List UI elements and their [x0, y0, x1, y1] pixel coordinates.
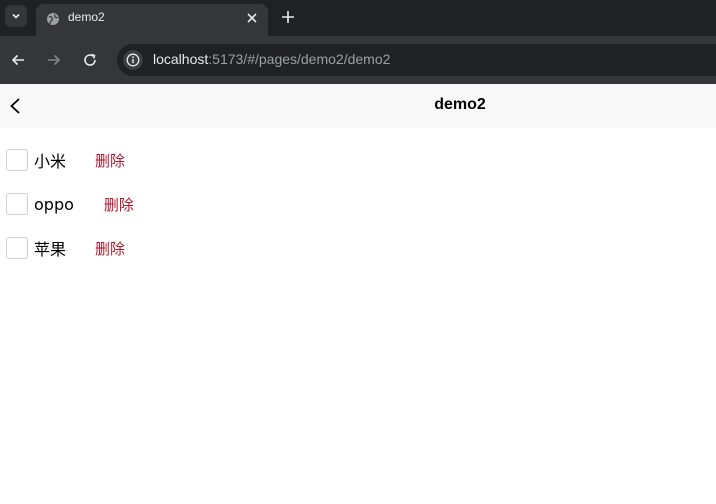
reload-icon[interactable] [82, 52, 98, 68]
list-item: oppo 删除 [0, 184, 134, 224]
globe-icon [47, 13, 59, 25]
delete-button[interactable]: 删除 [95, 150, 125, 171]
site-info-button[interactable] [123, 50, 143, 70]
chevron-down-icon [12, 13, 20, 19]
delete-button[interactable]: 删除 [104, 194, 134, 215]
address-bar[interactable]: localhost:5173/#/pages/demo2/demo2 [117, 44, 716, 76]
close-icon[interactable] [246, 12, 258, 24]
forward-arrow-icon[interactable] [46, 52, 62, 68]
url-text: localhost:5173/#/pages/demo2/demo2 [153, 51, 390, 67]
list-item: 苹果 删除 [0, 228, 125, 268]
tab-search-button[interactable] [5, 5, 27, 27]
item-checkbox[interactable] [6, 237, 28, 259]
browser-toolbar: localhost:5173/#/pages/demo2/demo2 [0, 36, 716, 84]
item-name: 小米 [34, 152, 67, 171]
url-host: localhost [153, 51, 209, 67]
info-icon [126, 53, 140, 67]
browser-tab-strip: demo2 [0, 0, 716, 36]
item-name: 苹果 [34, 240, 67, 259]
browser-tab[interactable]: demo2 [36, 4, 268, 36]
tab-title: demo2 [68, 10, 105, 24]
url-path: :5173/#/pages/demo2/demo2 [208, 51, 391, 67]
item-name: oppo [34, 194, 74, 214]
item-checkbox[interactable] [6, 193, 28, 215]
delete-button[interactable]: 删除 [95, 238, 125, 259]
item-checkbox[interactable] [6, 149, 28, 171]
page-title: demo2 [434, 96, 486, 113]
back-arrow-icon[interactable] [10, 52, 26, 68]
app-navbar: demo2 [0, 84, 716, 128]
new-tab-plus-icon[interactable] [280, 9, 296, 25]
list-item: 小米 删除 [0, 140, 125, 180]
